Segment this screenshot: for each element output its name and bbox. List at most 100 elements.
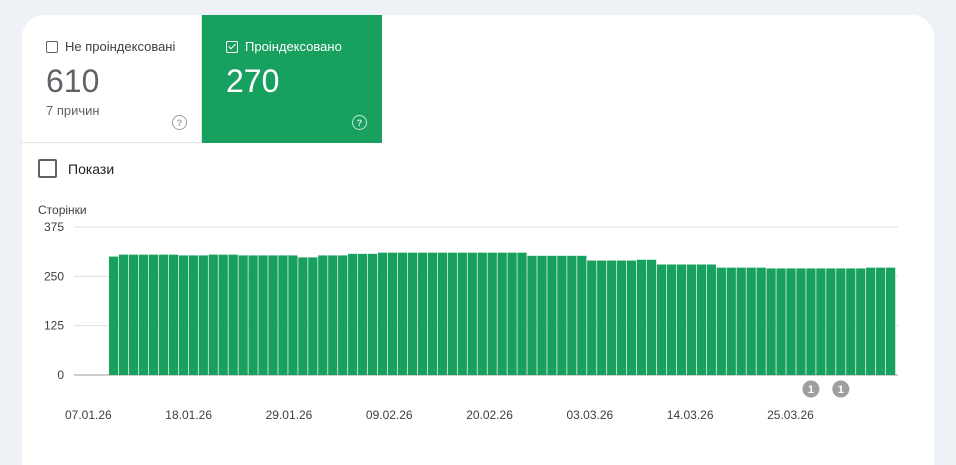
x-tick-label: 29.01.26 — [266, 408, 313, 422]
bar — [308, 257, 318, 375]
annotation-marker: 1 — [832, 380, 850, 398]
impressions-label: Покази — [68, 160, 115, 177]
bar — [109, 256, 119, 375]
bar — [208, 254, 218, 375]
bar — [397, 252, 408, 375]
not-indexed-tile[interactable]: Не проіндексовані 610 7 причин ? — [22, 15, 202, 143]
bar — [417, 252, 428, 375]
not-indexed-count: 610 — [46, 63, 100, 99]
bar — [537, 255, 547, 375]
y-tick-label: 0 — [57, 368, 64, 382]
bar — [796, 268, 806, 375]
bar — [826, 268, 836, 375]
bar — [148, 254, 159, 375]
bar — [467, 252, 477, 375]
y-tick-label: 250 — [44, 269, 64, 283]
bar — [477, 252, 487, 375]
bar — [617, 260, 627, 375]
help-icon[interactable]: ? — [352, 115, 367, 130]
bar — [377, 252, 388, 375]
bar — [547, 255, 557, 375]
bar — [407, 252, 418, 375]
chart-annotations: 11 — [802, 380, 850, 398]
bar — [666, 264, 677, 375]
x-tick-label: 20.02.26 — [466, 408, 513, 422]
not-indexed-checkbox[interactable] — [46, 40, 58, 53]
y-tick-label: 375 — [44, 220, 64, 234]
bar — [557, 255, 567, 375]
bar — [457, 252, 467, 375]
bar — [756, 267, 766, 375]
bar — [706, 264, 716, 375]
bar — [776, 268, 786, 375]
indexed-count: 270 — [226, 63, 280, 99]
not-indexed-header: Не проіндексовані — [46, 39, 175, 54]
bar — [597, 260, 607, 375]
bar — [736, 267, 746, 375]
bar — [218, 254, 228, 375]
x-tick-label: 25.03.26 — [767, 408, 814, 422]
indexed-tile[interactable]: Проіндексовано 270 ? — [202, 15, 382, 143]
bar — [806, 268, 816, 375]
bar — [527, 255, 537, 375]
bar — [766, 268, 776, 375]
bar — [188, 255, 198, 375]
bar — [447, 252, 457, 375]
bar — [278, 255, 288, 375]
index-coverage-card: Не проіндексовані 610 7 причин ? Проінде… — [22, 15, 934, 465]
bar — [517, 252, 527, 375]
pages-chart: Сторінки 375 250 125 0 07.01.26 18.01.26 29.0… — [38, 203, 898, 422]
bar — [258, 255, 268, 375]
bar — [866, 267, 876, 375]
bar — [856, 268, 866, 375]
not-indexed-reasons: 7 причин — [46, 103, 100, 118]
bar — [816, 268, 826, 375]
chart-bars — [109, 252, 896, 375]
bar — [497, 252, 507, 375]
bar — [627, 260, 637, 375]
bar — [646, 259, 657, 375]
bar — [158, 254, 169, 375]
indexed-header: Проіндексовано — [226, 39, 342, 54]
not-indexed-label: Не проіндексовані — [65, 39, 176, 54]
bar — [338, 255, 348, 375]
indexed-label: Проіндексовано — [245, 39, 342, 54]
bar — [746, 267, 756, 375]
x-tick-label: 09.02.26 — [366, 408, 413, 422]
x-axis-ticks: 07.01.26 18.01.26 29.01.26 09.02.26 20.02.26… — [65, 408, 814, 422]
bar — [846, 268, 856, 375]
bar — [427, 252, 438, 375]
bar — [836, 268, 846, 375]
bar — [686, 264, 697, 375]
bar — [348, 253, 358, 375]
impressions-checkbox[interactable] — [38, 159, 57, 178]
bar — [138, 254, 149, 375]
bar — [248, 255, 258, 375]
bar — [358, 253, 368, 375]
y-tick-label: 125 — [44, 319, 64, 333]
bar — [696, 264, 706, 375]
bar — [228, 254, 238, 375]
x-tick-label: 18.01.26 — [165, 408, 212, 422]
x-tick-label: 03.03.26 — [567, 408, 614, 422]
bar — [368, 253, 378, 375]
impressions-toggle[interactable]: Покази — [38, 159, 114, 178]
y-axis-title: Сторінки — [38, 203, 87, 217]
bar — [198, 255, 208, 375]
bar — [676, 264, 687, 375]
bar — [716, 267, 726, 375]
bar — [507, 252, 517, 375]
bar — [387, 252, 398, 375]
bar — [607, 260, 617, 375]
bar — [268, 255, 278, 375]
annotation-marker: 1 — [802, 380, 820, 398]
bar — [328, 255, 338, 375]
bar — [178, 255, 188, 375]
x-tick-label: 07.01.26 — [65, 408, 112, 422]
x-tick-label: 14.03.26 — [667, 408, 714, 422]
bar — [118, 254, 129, 375]
bar — [238, 255, 248, 375]
bar — [168, 254, 179, 375]
help-icon[interactable]: ? — [172, 115, 187, 130]
indexed-checkbox[interactable] — [226, 40, 238, 53]
